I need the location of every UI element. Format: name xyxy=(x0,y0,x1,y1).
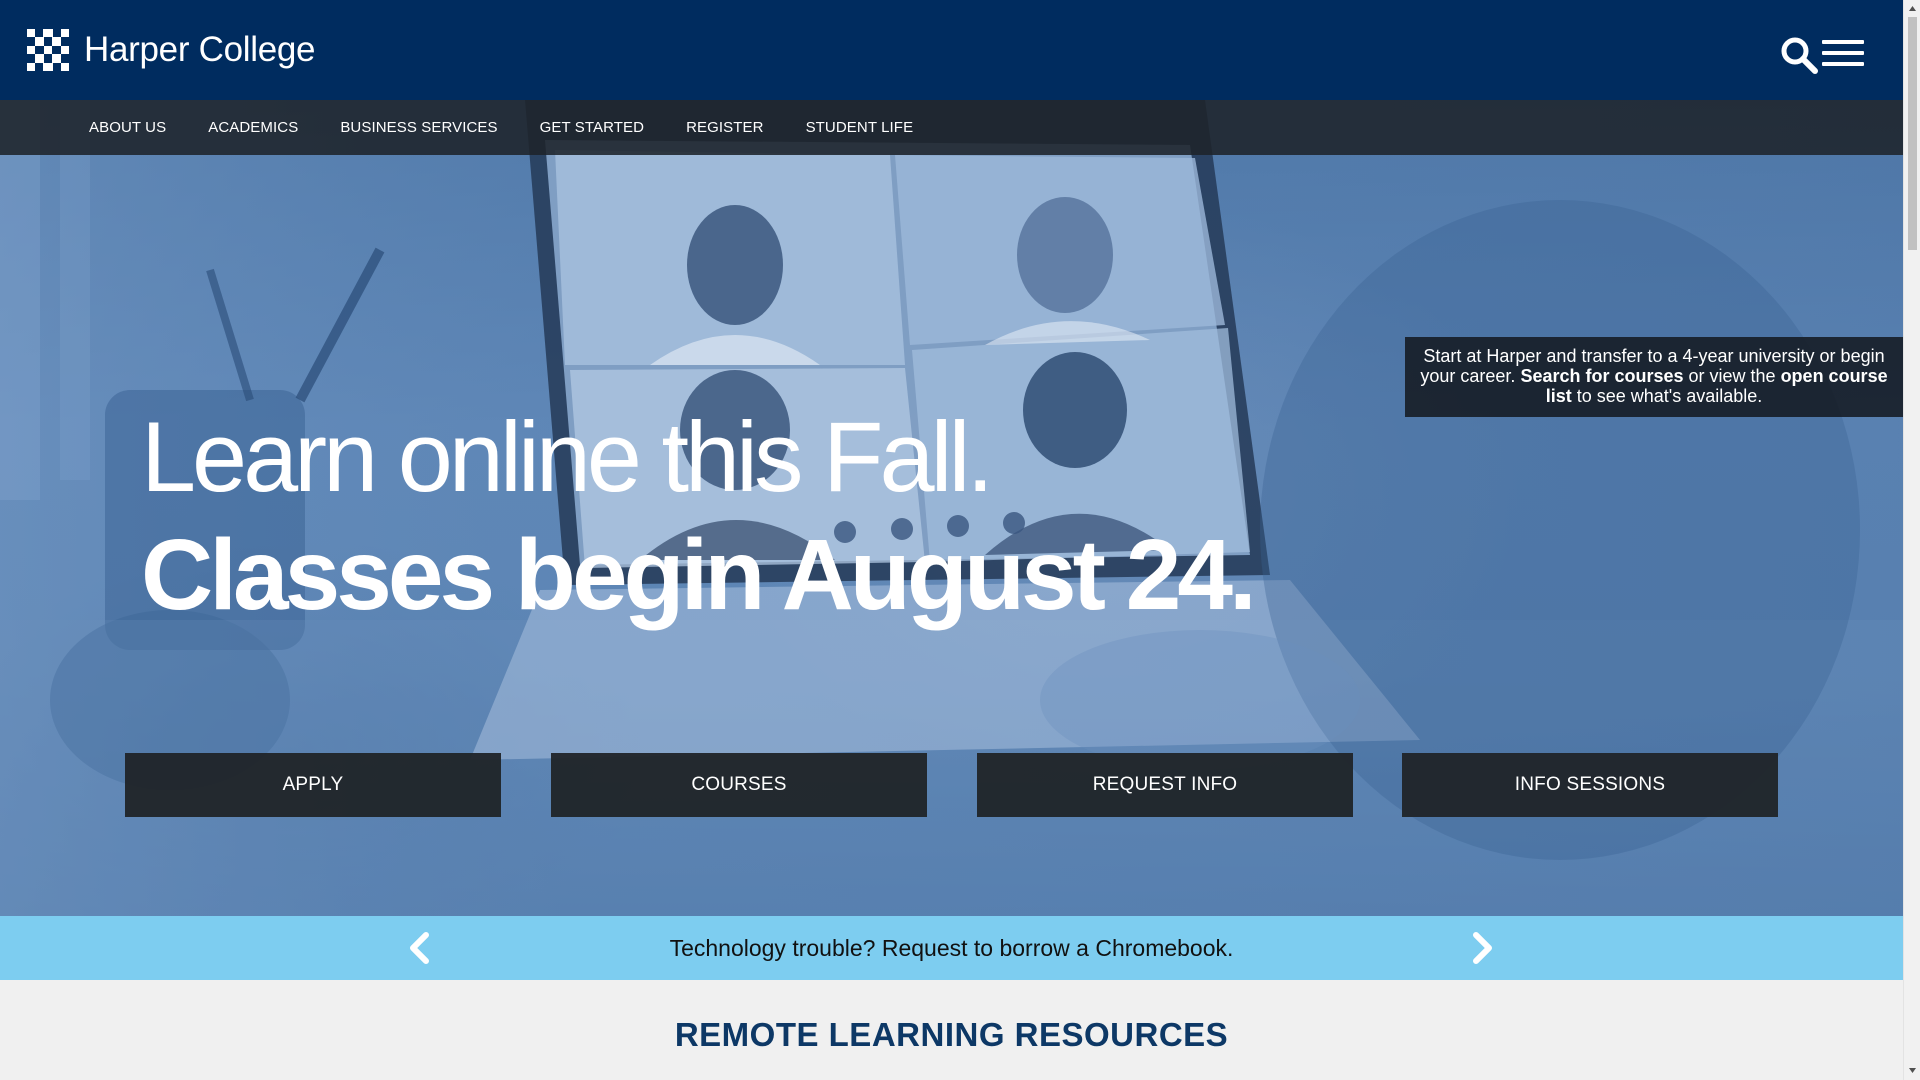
info-text-part3: to see what's available. xyxy=(1571,386,1763,406)
hero-headline-line2: Classes begin August 24. xyxy=(141,519,1257,631)
scroll-down-arrow-icon[interactable] xyxy=(1908,1066,1917,1075)
hero-banner: ABOUT US ACADEMICS BUSINESS SERVICES GET… xyxy=(0,100,1903,916)
nav-item-student-life[interactable]: STUDENT LIFE xyxy=(806,119,914,136)
hero-info-box: Start at Harper and transfer to a 4-year… xyxy=(1405,337,1903,417)
nav-list: ABOUT US ACADEMICS BUSINESS SERVICES GET… xyxy=(89,100,955,155)
chevron-right-icon xyxy=(1473,932,1492,964)
ticker-next-button[interactable] xyxy=(1468,932,1496,964)
nav-item-register[interactable]: REGISTER xyxy=(686,119,763,136)
nav-item-business-services[interactable]: BUSINESS SERVICES xyxy=(340,119,497,136)
site-header: Harper College xyxy=(0,0,1903,100)
scroll-up-arrow-icon[interactable] xyxy=(1908,4,1917,13)
harper-logo-icon xyxy=(27,29,69,71)
hamburger-menu-icon xyxy=(1822,40,1864,44)
info-sessions-button[interactable]: INFO SESSIONS xyxy=(1402,753,1778,817)
search-courses-link[interactable]: Search for courses xyxy=(1520,366,1683,386)
courses-button[interactable]: COURSES xyxy=(551,753,927,817)
ticker-prev-button[interactable] xyxy=(406,932,434,964)
hamburger-line xyxy=(1822,51,1864,55)
ticker-message[interactable]: Technology trouble? Request to borrow a … xyxy=(0,916,1903,980)
harper-college-logo[interactable]: Harper College xyxy=(27,29,316,71)
hamburger-menu-button[interactable] xyxy=(1822,40,1864,70)
chevron-left-icon xyxy=(410,932,429,964)
request-info-button[interactable]: REQUEST INFO xyxy=(977,753,1353,817)
nav-item-academics[interactable]: ACADEMICS xyxy=(208,119,298,136)
hero-headline-line1: Learn online this Fall. xyxy=(141,401,994,512)
search-icon xyxy=(1781,37,1818,74)
nav-item-about-us[interactable]: ABOUT US xyxy=(89,119,166,136)
scrollbar-thumb[interactable] xyxy=(1908,17,1917,250)
hamburger-line xyxy=(1822,62,1864,66)
nav-item-get-started[interactable]: GET STARTED xyxy=(540,119,644,136)
page-scrollbar[interactable] xyxy=(1903,0,1920,1080)
announcement-ticker: Technology trouble? Request to borrow a … xyxy=(0,916,1903,980)
apply-button[interactable]: APPLY xyxy=(125,753,501,817)
info-text-part2: or view the xyxy=(1683,366,1781,386)
logo-text: Harper College xyxy=(84,30,316,69)
remote-learning-heading: REMOTE LEARNING RESOURCES xyxy=(674,1016,1229,1053)
main-navigation: ABOUT US ACADEMICS BUSINESS SERVICES GET… xyxy=(0,100,1903,155)
search-button[interactable] xyxy=(1780,36,1820,76)
